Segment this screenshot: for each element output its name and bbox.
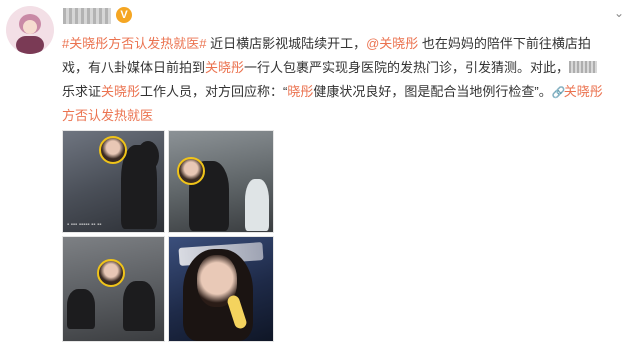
post-text-segment: 戏，有八卦媒体日前拍到: [62, 60, 206, 75]
photo-2[interactable]: [168, 130, 274, 233]
name-link[interactable]: 关晓彤: [205, 60, 244, 75]
blurred-source: [569, 61, 598, 73]
post-line-1: #关晓彤方否认发热就医# 近日横店影视城陆续开工，@关晓彤 也在妈妈的陪伴下前往…: [62, 32, 630, 56]
post-text-segment: 也在妈妈的陪伴下前往横店拍: [418, 36, 591, 51]
face-highlight-circle: [97, 259, 125, 287]
name-link[interactable]: 晓彤: [287, 84, 313, 99]
name-link[interactable]: 关晓彤: [101, 84, 140, 99]
post-text: #关晓彤方否认发热就医# 近日横店影视城陆续开工，@关晓彤 也在妈妈的陪伴下前往…: [62, 32, 630, 128]
article-link[interactable]: 方否认发热就医: [62, 108, 153, 123]
face-highlight-circle: [177, 157, 205, 185]
figure-person: [67, 289, 95, 329]
user-avatar[interactable]: [6, 6, 54, 54]
face-highlight-circle: [99, 136, 127, 164]
username-blurred[interactable]: [63, 8, 111, 24]
topic-hashtag[interactable]: #关晓彤方否认发热就医#: [62, 36, 206, 51]
post-line-2: 戏，有八卦媒体日前拍到关晓彤一行人包裹严实现身医院的发热门诊，引发猜测。对此，: [62, 56, 630, 80]
mention-link[interactable]: @关晓彤: [366, 36, 418, 51]
chevron-down-icon[interactable]: ⌄: [612, 6, 626, 20]
photo-3[interactable]: [62, 236, 165, 342]
verified-badge-icon: V: [116, 7, 132, 23]
post-text-segment: 工作人员，对方回应称：“: [140, 84, 288, 99]
figure-medical-worker: [245, 179, 269, 231]
weibo-post-card: V ⌄ #关晓彤方否认发热就医# 近日横店影视城陆续开工，@关晓彤 也在妈妈的陪…: [0, 0, 634, 347]
post-line-3: 乐求证关晓彤工作人员，对方回应称：“晓彤健康状况良好，图是配合当地例行检查”。🔗…: [62, 80, 630, 104]
post-line-4: 方否认发热就医: [62, 104, 630, 128]
post-text-segment: 健康状况良好，图是配合当地例行检查”。: [313, 84, 552, 99]
article-link[interactable]: 关晓彤: [564, 84, 603, 99]
post-text-segment: 近日横店影视城陆续开工，: [206, 36, 367, 51]
photo-1[interactable]: ▪ ▪▪▪ ▪▪▪▪▪ ▪▪ ▪▪: [62, 130, 165, 233]
link-icon: 🔗: [551, 87, 566, 99]
figure-person: [137, 141, 159, 171]
post-text-segment: 乐求证: [62, 84, 102, 99]
figure-person: [123, 281, 155, 331]
photo-4[interactable]: [168, 236, 274, 342]
avatar-illustration: [6, 6, 54, 54]
photo-caption: ▪ ▪▪▪ ▪▪▪▪▪ ▪▪ ▪▪: [67, 222, 102, 228]
post-text-segment: 一行人包裹严实现身医院的发热门诊，引发猜测。对此，: [244, 60, 570, 75]
